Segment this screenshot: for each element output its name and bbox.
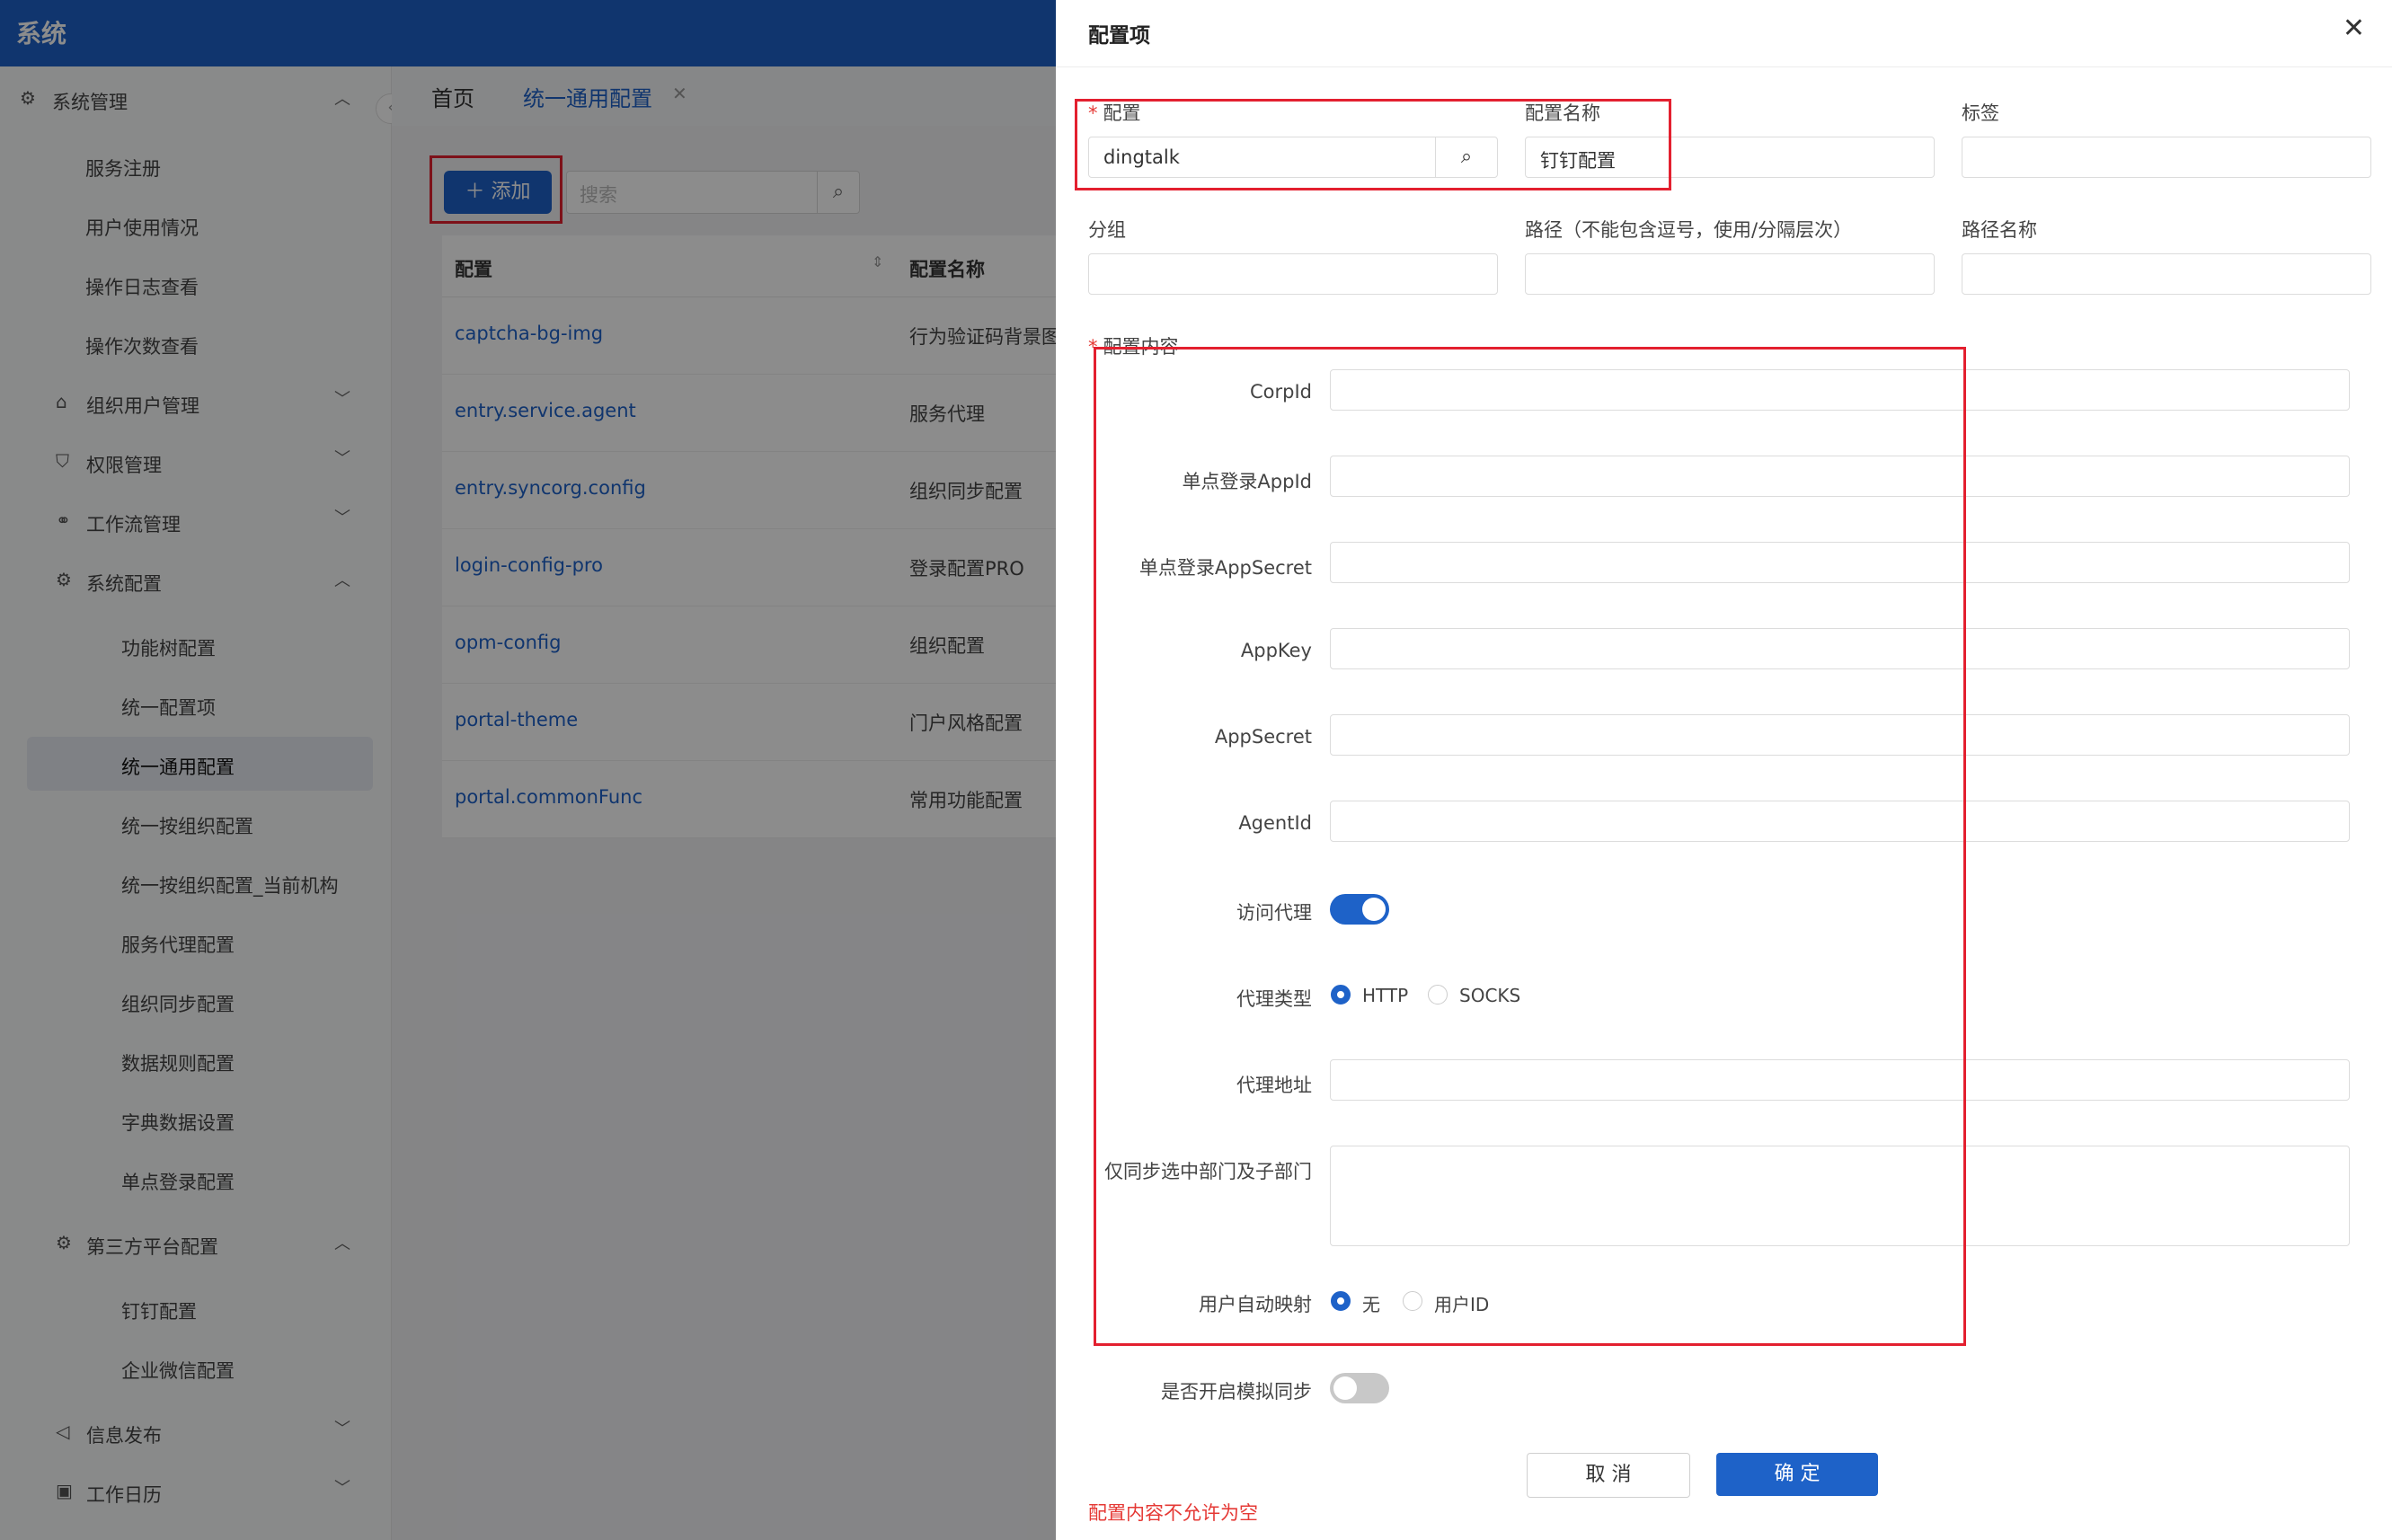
highlight-config-content: [1094, 347, 1966, 1346]
cancel-button[interactable]: 取 消: [1527, 1453, 1690, 1498]
simulate-toggle[interactable]: [1330, 1373, 1389, 1403]
ok-button[interactable]: 确 定: [1716, 1453, 1878, 1496]
highlight-config-key-name: [1075, 99, 1671, 190]
drawer-divider: [1056, 66, 2392, 67]
group-input[interactable]: [1088, 253, 1498, 295]
simulate-label: 是否开启模拟同步: [1161, 1381, 1312, 1403]
toggle-knob: [1333, 1376, 1357, 1400]
tag-label: 标签: [1962, 102, 1999, 124]
path-input[interactable]: [1525, 253, 1935, 295]
path-name-label: 路径名称: [1962, 219, 2037, 241]
path-label: 路径（不能包含逗号，使用/分隔层次）: [1525, 219, 1853, 241]
close-icon[interactable]: ✕: [2343, 13, 2365, 44]
path-name-input[interactable]: [1962, 253, 2371, 295]
group-label: 分组: [1088, 219, 1126, 241]
tag-input[interactable]: [1962, 137, 2371, 178]
modal-overlay[interactable]: [0, 0, 1056, 1540]
error-message: 配置内容不允许为空: [1088, 1502, 1258, 1524]
drawer-title: 配置项: [1088, 24, 1150, 48]
